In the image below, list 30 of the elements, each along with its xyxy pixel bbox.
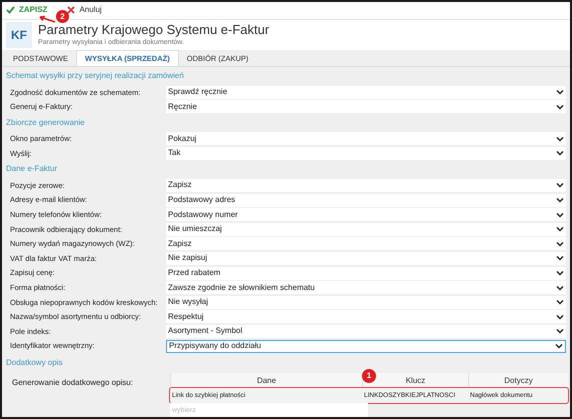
select-field[interactable]: Nie zapisuj [166, 252, 566, 265]
select-field[interactable]: Przypisywany do oddziału [166, 340, 566, 352]
select-field[interactable]: Podstawowy numer [166, 208, 566, 222]
select-field[interactable]: Zawsze zgodnie ze słownikiem schematu [166, 281, 566, 294]
select-field[interactable]: Przed rabatem [166, 266, 566, 280]
cancel-button[interactable]: Anuluj [67, 4, 102, 16]
select-field[interactable]: Tak [166, 146, 566, 160]
chevron-icon [555, 343, 563, 349]
section-heading: Dodatkowy opis [5, 357, 64, 369]
module-badge: KF [6, 22, 32, 48]
close-icon [67, 6, 76, 14]
section-heading: Dane e-Faktur [5, 163, 58, 176]
select-field[interactable]: Podstawowy adres [166, 194, 566, 207]
select-field[interactable]: Asortyment - Symbol [166, 324, 566, 338]
check-icon [6, 6, 15, 14]
select-field[interactable]: Ręcznie [166, 100, 566, 114]
select-field[interactable]: Zapisz [166, 237, 566, 250]
callout-badge: 1 [362, 369, 376, 383]
field-label: Generowanie dodatkowego opisu: [11, 377, 134, 389]
section-heading: Zbiorcze generowanie [5, 116, 86, 129]
select-field[interactable]: Zapisz [166, 178, 566, 192]
select-field[interactable]: Sprawdź ręcznie [166, 86, 566, 99]
chevron-icon [556, 182, 564, 188]
select-field[interactable]: Nie umieszczaj [166, 222, 566, 236]
select-field[interactable]: Respektuj [166, 310, 566, 324]
select-field[interactable]: Pokazuj [166, 132, 566, 146]
save-button[interactable]: ZAPISZ [6, 4, 48, 16]
page-title: Parametry Krajowego Systemu e-Faktur [38, 22, 270, 38]
select-field[interactable]: Nie wysyłaj [166, 296, 566, 309]
section-heading: Schemat wysyłki przy seryjnej realizacji zamówień [5, 70, 185, 82]
